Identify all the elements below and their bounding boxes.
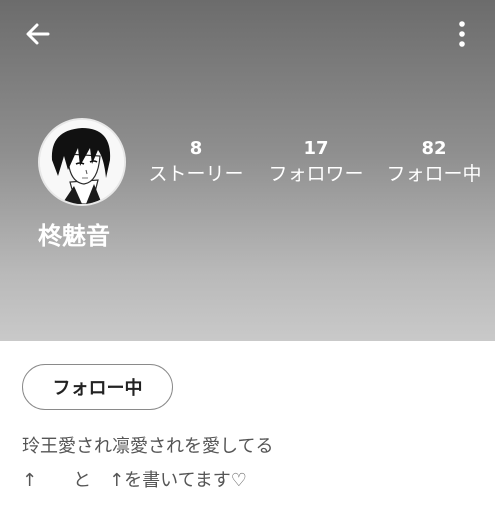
stat-following[interactable]: 82 フォロー中	[378, 137, 490, 187]
profile-bio: 玲王愛され凛愛されを愛してる ↑ と ↑を書いてます♡	[22, 430, 482, 498]
bio-line: 玲王愛され凛愛されを愛してる	[22, 436, 274, 457]
following-count: 82	[421, 138, 447, 159]
more-options-button[interactable]	[446, 16, 478, 52]
back-button[interactable]	[20, 16, 56, 52]
stories-label: ストーリー	[148, 163, 244, 185]
following-button[interactable]: フォロー中	[22, 364, 173, 410]
arrow-left-icon	[26, 23, 50, 45]
stories-count: 8	[189, 138, 203, 159]
profile-screen: 8 ストーリー 17 フォロワー 82 フォロー中 柊魅音 フォロー中 玲王愛さ…	[0, 0, 495, 512]
profile-header: 8 ストーリー 17 フォロワー 82 フォロー中 柊魅音	[0, 0, 495, 341]
stat-followers[interactable]: 17 フォロワー	[260, 137, 372, 187]
more-vertical-icon	[459, 21, 465, 47]
followers-count: 17	[303, 138, 329, 159]
username: 柊魅音	[38, 222, 110, 250]
stat-stories[interactable]: 8 ストーリー	[140, 137, 252, 187]
bio-line: ↑ と ↑を書いてます♡	[22, 470, 247, 491]
following-label: フォロー中	[386, 163, 482, 185]
avatar-illustration	[40, 120, 124, 204]
avatar[interactable]	[38, 118, 126, 206]
followers-label: フォロワー	[268, 163, 364, 185]
profile-stats: 8 ストーリー 17 フォロワー 82 フォロー中	[140, 137, 495, 197]
